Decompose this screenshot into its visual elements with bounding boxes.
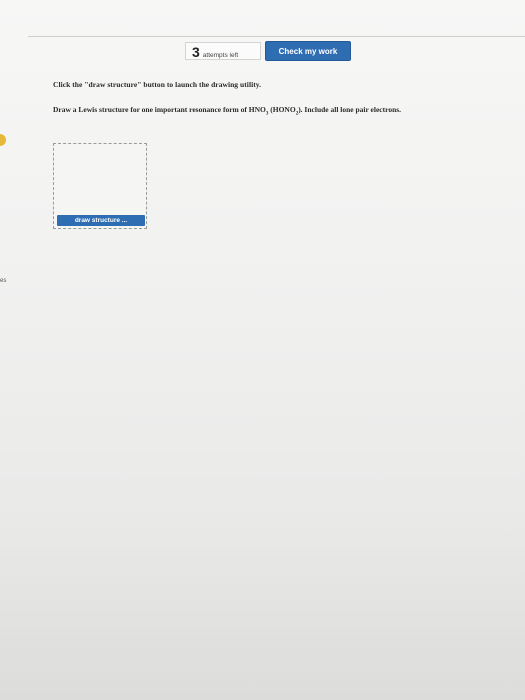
attempts-indicator: 3 attempts left: [185, 42, 261, 60]
assessment-toolbar: 3 attempts left Check my work: [185, 41, 351, 61]
edge-text-fragment: es: [0, 278, 7, 284]
question-part-1: Draw a Lewis structure for one important…: [53, 105, 266, 114]
attempts-count: 3: [192, 44, 200, 60]
question-part-3: ). Include all lone pair electrons.: [298, 105, 402, 114]
attempts-label: attempts left: [202, 52, 239, 59]
side-marker-icon: [0, 134, 6, 146]
question-text: Draw a Lewis structure for one important…: [53, 103, 483, 121]
draw-structure-button[interactable]: draw structure ...: [57, 215, 145, 226]
top-divider: [28, 36, 525, 37]
question-part-2: (HONO: [268, 105, 296, 114]
instruction-text: Click the "draw structure" button to lau…: [53, 80, 262, 89]
question-content: Click the "draw structure" button to lau…: [53, 80, 493, 121]
check-my-work-button[interactable]: Check my work: [265, 41, 351, 61]
